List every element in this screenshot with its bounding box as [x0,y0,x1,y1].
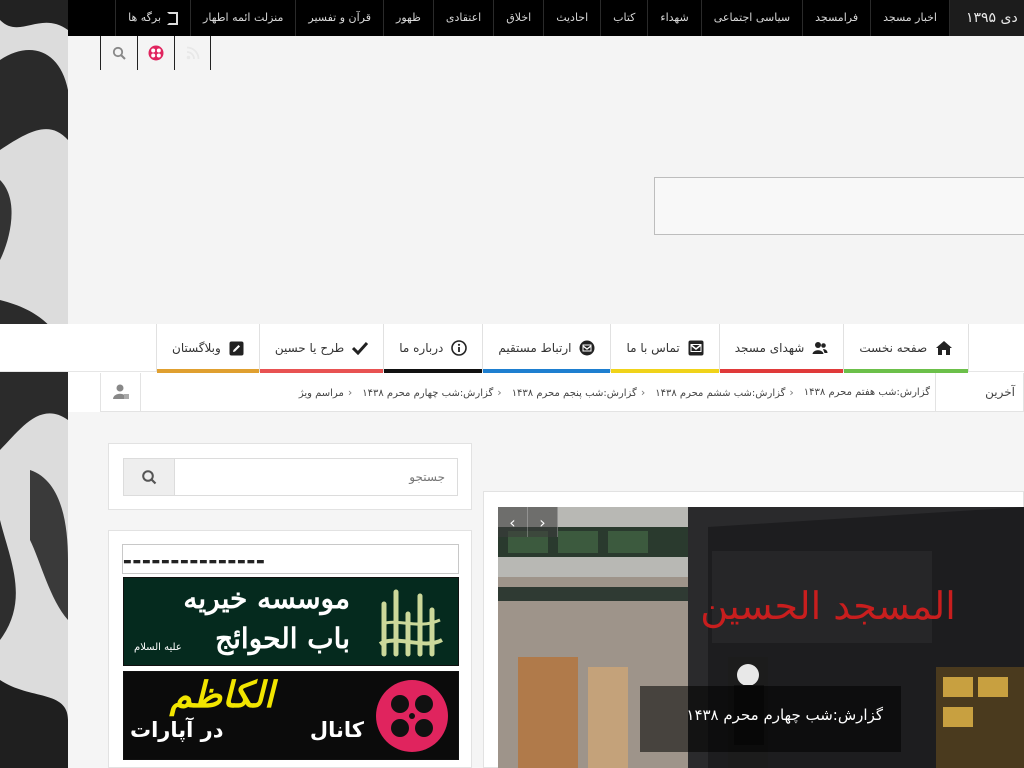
ticker-item[interactable]: ‹گزارش:شب پنجم محرم ۱۴۳۸ [507,386,651,399]
user-login-button[interactable] [101,373,141,411]
top-menu-item[interactable]: قرآن و تفسیر [295,0,383,36]
mail-icon [688,340,704,356]
ticker-item-text: گزارش:شب ششم محرم ۱۴۳۸ [655,387,786,399]
slider-arrows: ‹ › [498,507,558,537]
slide-caption-text: گزارش:شب چهارم محرم ۱۴۳۸ [686,706,883,724]
slide-caption[interactable]: گزارش:شب چهارم محرم ۱۴۳۸ [640,686,901,752]
slider-prev-button[interactable]: ‹ [498,507,528,537]
search-toggle-button[interactable] [100,36,137,70]
top-menu-item[interactable]: احادیث [543,0,600,36]
top-menu: اخبار مسجد فرامسجد سیاسی اجتماعی شهداء ک… [115,0,950,36]
nav-item-direct[interactable]: ارتباط مستقیم [482,324,611,373]
chevron-left-icon: ‹ [497,385,502,399]
home-icon [936,341,953,355]
ad-strip-text: ▬▬▬▬▬▬▬▬▬▬▬▬▬▬▬ [123,557,266,567]
header-ad-placeholder [654,177,1024,235]
ticker-item[interactable]: ‹گزارش:شب ششم محرم ۱۴۳۸ [650,386,799,399]
ticker-item[interactable]: ‹گزارش:شب چهارم محرم ۱۴۳۸ [357,386,506,399]
slider-next-button[interactable]: › [528,507,558,537]
nav-item-label: ارتباط مستقیم [498,341,572,355]
nav-item-label: شهدای مسجد [734,341,805,355]
search-icon [112,46,126,60]
news-ticker: آخرین گزارش:شب هفتم محرم ۱۴۳۸ ‹گزارش:شب … [100,373,1024,412]
ads-widget: ▬▬▬▬▬▬▬▬▬▬▬▬▬▬▬ موسسه خیریه باب الحوائج … [108,530,472,768]
top-menu-item[interactable]: ظهور [383,0,433,36]
nav-item-about[interactable]: درباره ما [383,324,483,373]
banner-subtitle: باب الحوائج [215,622,350,655]
top-menu-item[interactable]: شهداء [647,0,700,36]
rss-link[interactable] [174,36,211,70]
banner-brand: الکاظم [169,674,274,716]
chevron-left-icon: ‹ [640,385,646,399]
top-menu-item[interactable]: کتاب [600,0,647,36]
top-menu-item[interactable]: منزلت ائمه اطهار [190,0,295,36]
top-menu-item[interactable]: سیاسی اجتماعی [700,0,802,36]
slide-banner-text: المسجد الحسین [700,584,956,629]
nav-item-contact[interactable]: تماس با ما [610,324,719,373]
aparat-icon [148,45,164,61]
ticker-label: آخرین [935,373,1023,411]
ticker-item[interactable]: گزارش:شب هفتم محرم ۱۴۳۸ [799,387,935,398]
banner-subtitle: در آپارات [130,718,224,742]
nav-item-label: درباره ما [399,341,444,355]
nav-item-label: تماس با ما [626,341,680,355]
search-input[interactable] [174,458,458,496]
social-icons [100,36,211,70]
chevron-left-icon: ‹ [509,512,516,532]
banner-title: کانال [309,718,364,742]
search-button[interactable] [123,458,175,496]
nav-item-home[interactable]: صفحه نخست [843,324,970,373]
nav-item-label: طرح یا حسین [274,341,345,355]
ticker-item[interactable]: ‹مراسم ویژ [294,386,357,399]
search-widget [108,443,472,510]
nav-item-blogs[interactable]: وبلاگستان [156,324,259,373]
ticker-items: گزارش:شب هفتم محرم ۱۴۳۸ ‹گزارش:شب ششم مح… [294,373,935,411]
nav-item-label: وبلاگستان [172,341,221,355]
edit-icon [229,341,244,355]
chevron-left-icon: ‹ [347,385,353,399]
info-icon [451,340,468,356]
banner-note: علیه السلام [134,642,182,653]
main-navigation: صفحه نخست شهدای مسجد تماس با ما ارتباط م… [0,324,1024,373]
top-menu-item[interactable]: فرامسجد [802,0,870,36]
chat-icon [579,340,595,356]
top-menu-item[interactable]: اخلاق [493,0,543,36]
aparat-reel-icon [376,680,448,752]
ticker-item-text: گزارش:شب چهارم محرم ۱۴۳۸ [362,387,494,399]
top-menu-item[interactable]: اعتقادی [432,0,493,36]
pages-menu-label: برگه ها [128,11,162,24]
aparat-channel-banner[interactable]: کانال الکاظم در آپارات [123,671,459,760]
chevron-left-icon: ‹ [789,385,794,399]
rss-icon [186,46,199,60]
top-bar: دی ۱۳۹۵ اخبار مسجد فرامسجد سیاسی اجتماعی… [68,0,1024,36]
ticker-item-text: گزارش:شب هفتم محرم ۱۴۳۸ [803,386,930,398]
check-icon [352,341,369,355]
aparat-link[interactable] [137,36,174,70]
ticker-item-text: مراسم ویژ [298,387,344,399]
page-icon [167,11,179,25]
nav-item-label: صفحه نخست [859,341,928,355]
nav-item-ya-hossein[interactable]: طرح یا حسین [258,324,384,373]
charity-banner[interactable]: موسسه خیریه باب الحوائج علیه السلام [123,577,459,666]
top-menu-item[interactable]: اخبار مسجد [870,0,950,36]
charity-logo-icon [378,589,443,657]
chevron-right-icon: › [539,512,546,532]
ad-strip[interactable]: ▬▬▬▬▬▬▬▬▬▬▬▬▬▬▬ [122,544,459,574]
ticker-item-text: گزارش:شب پنجم محرم ۱۴۳۸ [511,387,637,399]
users-icon [812,342,828,354]
banner-title: موسسه خیریه [183,582,350,615]
pages-menu[interactable]: برگه ها [115,0,190,36]
search-icon [142,470,157,485]
user-icon [112,384,129,399]
nav-item-martyrs[interactable]: شهدای مسجد [718,324,844,373]
background-decoration [0,0,68,768]
current-date: دی ۱۳۹۵ [950,0,1024,36]
